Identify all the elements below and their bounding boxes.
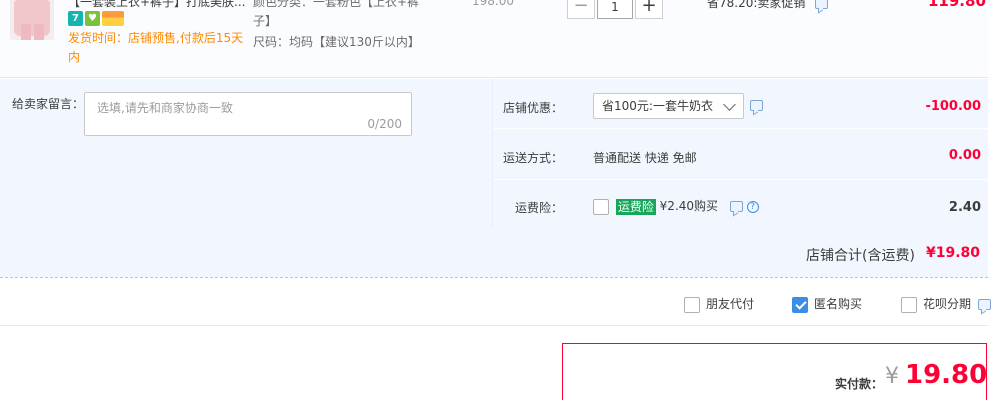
quantity-decrease-button[interactable]: − — [567, 0, 595, 19]
shipping-label: 运送方式： — [502, 151, 563, 165]
insurance-option: 运费险 ¥2.40购买 ? — [593, 197, 759, 215]
anonymous-purchase-checkbox[interactable] — [792, 296, 808, 313]
credit-card-icon[interactable] — [102, 11, 124, 26]
guarantee-icon[interactable]: ♥ — [85, 11, 100, 26]
product-thumbnail[interactable] — [10, 0, 54, 40]
currency-symbol: ¥ — [885, 364, 899, 389]
message-label: 给卖家留言： — [12, 97, 85, 111]
order-options-panel: 给卖家留言： 选填,请先和商家协商一致 0/200 店铺优惠： 省100元:一套… — [0, 79, 989, 277]
seller-promo-text: 省78.20:卖家促销 — [707, 0, 806, 10]
section-divider — [0, 277, 988, 278]
ship-time-notice: 发货时间：店铺预售,付款后15天内 — [68, 31, 244, 64]
payment-summary-box: 实付款： ¥ 19.80 — [562, 343, 987, 400]
service-options-row: 朋友代付 匿名购买 花呗分期 — [0, 288, 991, 326]
anonymous-purchase-option[interactable]: 匿名购买 — [792, 295, 862, 313]
product-title-link[interactable]: 【一套装上衣+裤子】打底美肤... — [68, 0, 246, 10]
product-row: 【一套装上衣+裤子】打底美肤... 7 ♥ 发货时间：店铺预售,付款后15天内 … — [0, 0, 988, 78]
insurance-row: 运费险： 运费险 ¥2.40购买 ? 2.40 — [493, 181, 989, 231]
seller-promo: 省78.20:卖家促销 — [707, 0, 829, 11]
payment-amount: 19.80 — [905, 360, 988, 390]
huabei-info-icon[interactable] — [977, 299, 991, 310]
friend-pay-option[interactable]: 朋友代付 — [684, 295, 754, 313]
seven-day-return-icon[interactable]: 7 — [68, 11, 83, 26]
payment-label: 实付款： — [835, 377, 884, 391]
friend-pay-checkbox[interactable] — [684, 296, 700, 313]
huabei-installment-label: 花呗分期 — [923, 297, 972, 311]
quantity-increase-button[interactable]: + — [635, 0, 663, 19]
help-icon[interactable]: ? — [746, 200, 759, 213]
shipping-row: 运送方式： 普通配送 快递 免邮 0.00 — [493, 130, 989, 180]
shipping-method: 普通配送 快递 免邮 — [593, 151, 697, 165]
insurance-info-icon[interactable] — [729, 201, 743, 212]
huabei-installment-checkbox[interactable] — [901, 296, 917, 313]
product-size-attr: 尺码：均码【建议130斤以内】 — [253, 35, 420, 49]
unit-price: 198.00 — [472, 0, 514, 8]
chevron-down-icon — [723, 98, 736, 111]
product-color-attr: 颜色分类：一套粉色【上衣+裤子】 — [253, 0, 420, 28]
quantity-stepper: − 1 + — [567, 0, 663, 19]
store-discount-amount: -100.00 — [925, 99, 981, 114]
store-discount-row: 店铺优惠： 省100元:一套牛奶衣 -100.00 — [493, 79, 989, 129]
store-discount-select[interactable]: 省100元:一套牛奶衣 — [593, 93, 744, 119]
item-total-price: 119.80 — [928, 0, 986, 10]
order-options-right: 店铺优惠： 省100元:一套牛奶衣 -100.00 运送方式： 普通配送 快递 … — [492, 79, 989, 227]
message-char-count: 0/200 — [367, 117, 402, 131]
insurance-amount: 2.40 — [948, 200, 981, 215]
store-discount-selected: 省100元:一套牛奶衣 — [602, 99, 713, 113]
store-discount-label: 店铺优惠： — [502, 101, 563, 115]
quantity-input[interactable]: 1 — [597, 0, 633, 19]
anonymous-purchase-label: 匿名购买 — [814, 297, 863, 311]
message-placeholder: 选填,请先和商家协商一致 — [97, 101, 233, 115]
store-total-label: 店铺合计(含运费) — [806, 248, 915, 264]
service-badges: 7 ♥ — [68, 11, 124, 26]
shipping-amount: 0.00 — [948, 148, 981, 163]
insurance-label: 运费险： — [514, 201, 563, 215]
seller-message-textarea[interactable]: 选填,请先和商家协商一致 0/200 — [84, 92, 412, 136]
promo-detail-icon[interactable] — [815, 0, 829, 9]
friend-pay-label: 朋友代付 — [706, 297, 755, 311]
insurance-checkbox[interactable] — [593, 198, 609, 215]
discount-info-icon[interactable] — [750, 100, 763, 111]
store-total-value: ¥19.80 — [926, 245, 981, 261]
insurance-tag: 运费险 — [615, 198, 656, 215]
insurance-price-text: ¥2.40购买 — [659, 199, 719, 213]
huabei-installment-option[interactable]: 花呗分期 — [901, 295, 991, 313]
